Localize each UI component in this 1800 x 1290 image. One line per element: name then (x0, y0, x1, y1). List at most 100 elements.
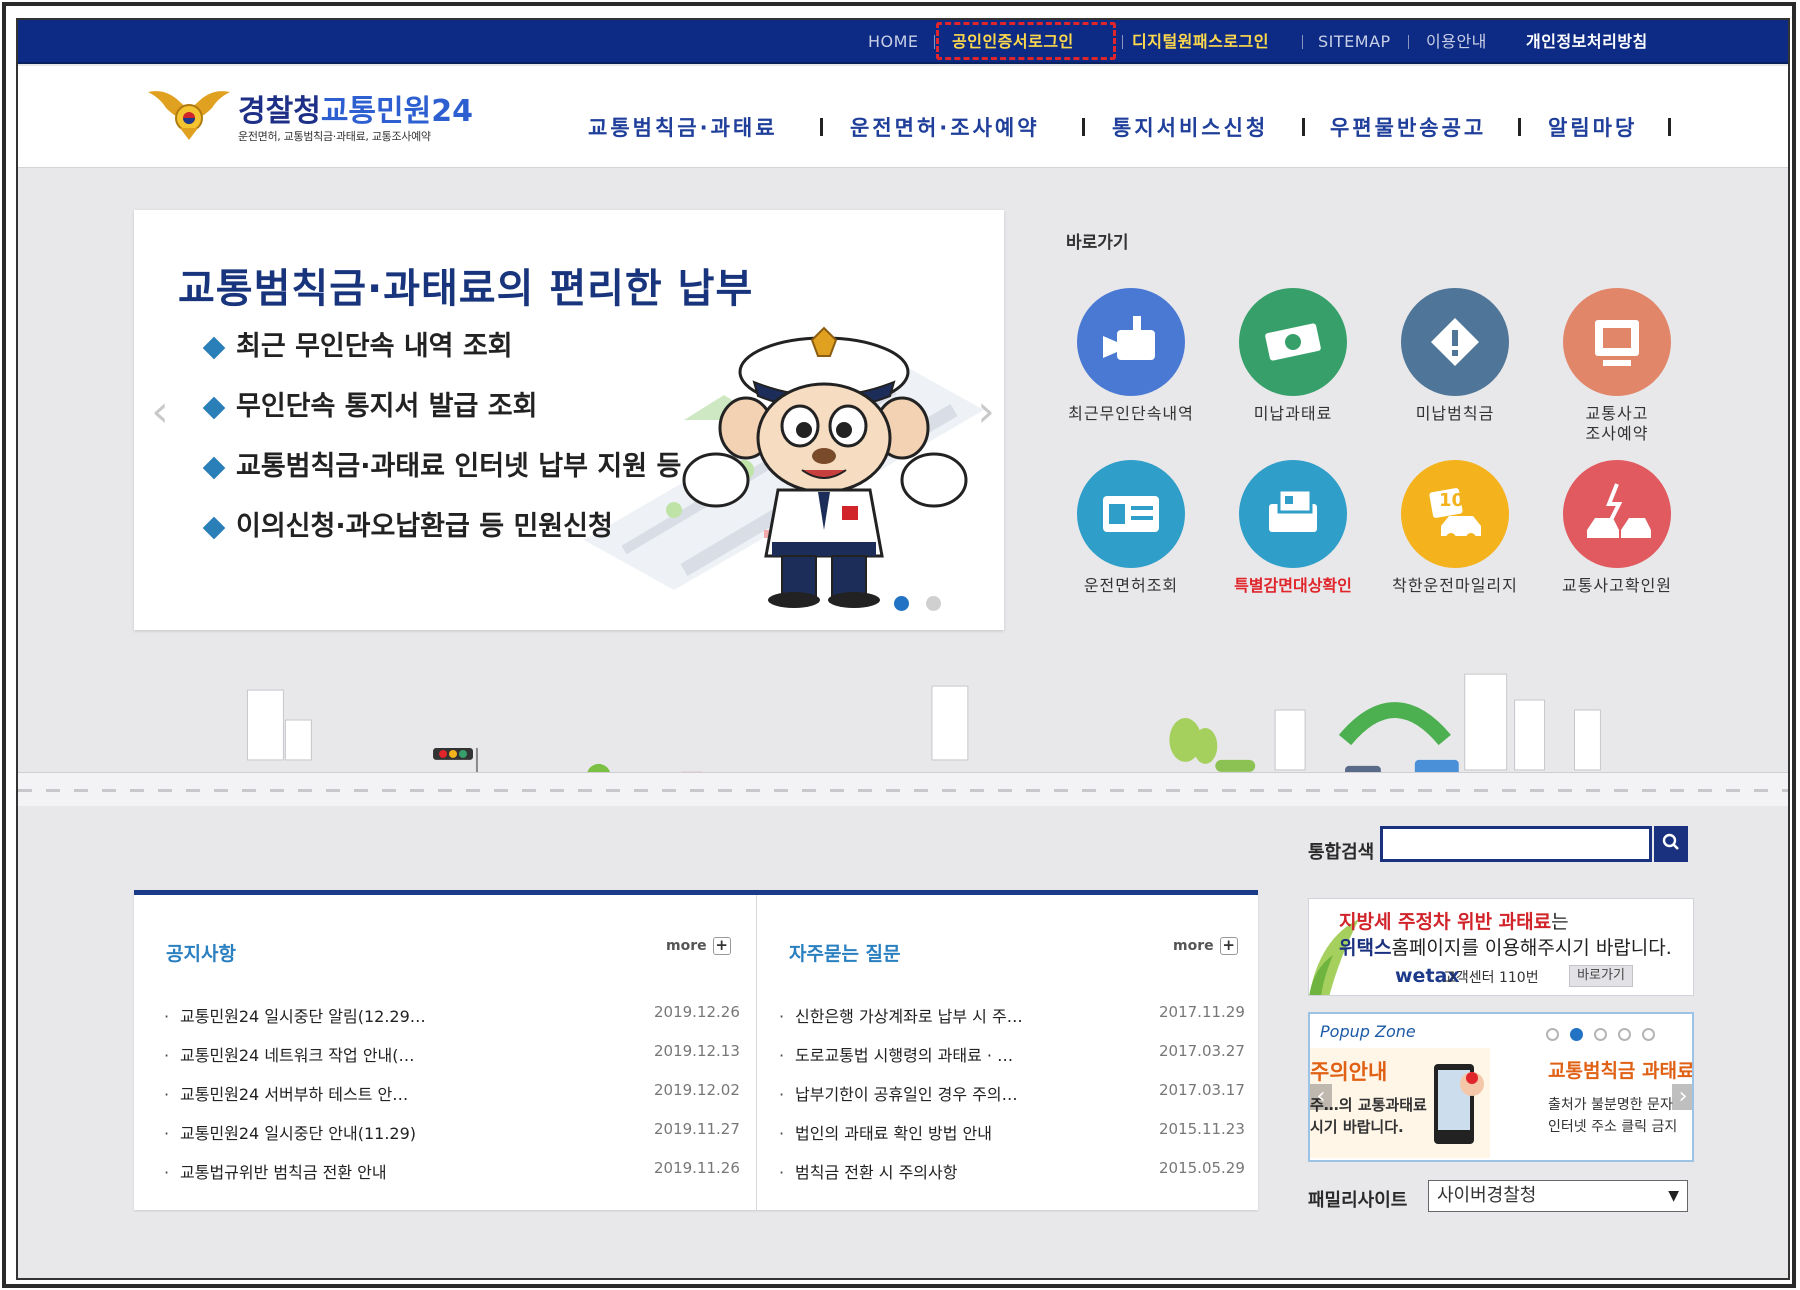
notice-row[interactable]: 교통민원24 서버부하 테스트 안… 2019.12.02 (164, 1081, 740, 1105)
hero-page-dot-1[interactable] (894, 596, 909, 611)
hero-bullet-list: 최근 무인단속 내역 조회 무인단속 통지서 발급 조회 교통범칙금·과태료 인… (202, 331, 682, 572)
nav-notification-service[interactable]: 통지서비스신청 (1112, 112, 1268, 142)
nav-separator (1082, 118, 1085, 136)
shortcut-accident-certificate[interactable]: 교통사고확인원 (1542, 460, 1692, 596)
sitemap-link[interactable]: SITEMAP (1318, 20, 1391, 64)
police-emblem-icon (148, 91, 230, 140)
faq-board: 자주묻는 질문 more + 신한은행 가상계좌로 납부 시 주… 2017.11.… (757, 895, 1258, 1210)
browser-frame: HOME 공인인증서로그인 디지털원패스로그인 SITEMAP 이용안내 개인정… (2, 2, 1796, 1288)
popup-card-line: 시기 바랍니다. (1310, 1118, 1404, 1136)
popup-card-fine-warning[interactable]: 교통범칙금 과태료 출처가 불분명한 문자 인터넷 주소 클릭 금지 (1536, 1048, 1692, 1158)
search-label: 통합검색 (1308, 842, 1375, 863)
popup-page-dot-5[interactable] (1642, 1028, 1655, 1041)
notice-row[interactable]: 교통민원24 일시중단 안내(11.29) 2019.11.27 (164, 1120, 740, 1144)
notice-title[interactable]: 공지사항 (166, 939, 236, 966)
popup-card-line: 인터넷 주소 클릭 금지 (1548, 1119, 1678, 1135)
mileage-badge: 10 (1439, 490, 1465, 511)
hero-slider: 교통범칙금·과태료의 편리한 납부 최근 무인단속 내역 조회 무인단속 통지서… (134, 210, 1004, 630)
shortcut-special-reduction[interactable]: 특별감면대상확인 (1218, 460, 1368, 596)
shortcut-label: 운전면허조회 (1083, 576, 1179, 595)
popup-page-dot-2[interactable] (1570, 1028, 1583, 1041)
privacy-policy-link[interactable]: 개인정보처리방침 (1526, 20, 1648, 64)
nav-license[interactable]: 운전면허·조사예약 (850, 112, 1040, 142)
nav-separator (1518, 118, 1521, 136)
more-text: more (1173, 938, 1214, 954)
popup-prev-arrow[interactable]: ‹ (1310, 1084, 1332, 1110)
hero-page-dot-2[interactable] (926, 596, 941, 611)
shortcut-accident-reservation[interactable]: 교통사고 조사예약 (1542, 288, 1692, 444)
diamond-bullet-icon (202, 456, 226, 480)
faq-row-date: 2017.03.27 (1159, 1042, 1245, 1060)
wetax-highlight: 지방세 주정차 위반 과태료 (1339, 911, 1552, 933)
faq-row[interactable]: 신한은행 가상계좌로 납부 시 주… 2017.11.29 (779, 1003, 1249, 1027)
family-site-select[interactable]: 사이버경찰청 ▼ (1428, 1180, 1688, 1212)
hero-headline: 교통범칙금·과태료의 편리한 납부 (178, 266, 754, 312)
popup-next-arrow[interactable]: › (1672, 1084, 1692, 1110)
hero-bullet-text: 교통범칙금·과태료 인터넷 납부 지원 등 (236, 451, 682, 482)
license-glyph (1103, 496, 1159, 532)
search-input[interactable] (1380, 826, 1652, 862)
faq-row[interactable]: 도로교통법 시행령의 과태료 · … 2017.03.27 (779, 1042, 1249, 1066)
faq-row-title: 납부기한이 공휴일인 경우 주의… (779, 1081, 1018, 1105)
faq-row-title: 도로교통법 시행령의 과태료 · … (779, 1042, 1013, 1066)
nav-returned-mail[interactable]: 우편물반송공고 (1330, 112, 1486, 142)
home-link[interactable]: HOME (868, 20, 919, 64)
family-site-label: 패밀리사이트 (1308, 1190, 1408, 1211)
usage-guide-link[interactable]: 이용안내 (1426, 20, 1487, 64)
nav-fines[interactable]: 교통범칙금·과태료 (588, 112, 778, 142)
diamond-bullet-icon (202, 336, 226, 360)
hero-bullet-text: 최근 무인단속 내역 조회 (236, 331, 513, 362)
notice-row[interactable]: 교통법규위반 범칙금 전환 안내 2019.11.26 (164, 1159, 740, 1183)
police-mascot-illustration (682, 326, 968, 608)
faq-more-button[interactable]: more + (1173, 937, 1238, 955)
popup-card-title: 주의안내 (1310, 1060, 1388, 1084)
wetax-banner[interactable]: 지방세 주정차 위반 과태료는 위택스홈페이지를 이용해주시기 바랍니다. we… (1308, 898, 1694, 996)
faq-row[interactable]: 법인의 과태료 확인 방법 안내 2015.11.23 (779, 1120, 1249, 1144)
popup-pagination (1546, 1026, 1666, 1045)
mileage-glyph (1429, 488, 1481, 543)
faq-row-date: 2015.05.29 (1159, 1159, 1245, 1177)
hero-bullet-text: 무인단속 통지서 발급 조회 (236, 391, 538, 422)
notice-row[interactable]: 교통민원24 네트워크 작업 안내(… 2019.12.13 (164, 1042, 740, 1066)
popup-page-dot-3[interactable] (1594, 1028, 1607, 1041)
shortcut-recent-enforcement[interactable]: 최근무인단속내역 (1056, 288, 1206, 424)
hero-bullet-text: 이의신청·과오납환급 등 민원신청 (236, 511, 613, 542)
shortcut-unpaid-penalty[interactable]: 미납범칙금 (1380, 288, 1530, 424)
shortcut-license-check[interactable]: 운전면허조회 (1056, 460, 1206, 596)
popup-page-dot-1[interactable] (1546, 1028, 1559, 1041)
site-logo[interactable]: 경찰청교통민원24 운전면허, 교통범칙금·과태료, 교통조사예약 (146, 82, 486, 152)
separator (1302, 35, 1303, 49)
notice-row-date: 2019.11.27 (654, 1120, 740, 1138)
nav-separator (1668, 118, 1671, 136)
notice-row-title: 교통민원24 일시중단 안내(11.29) (164, 1120, 416, 1144)
faq-row[interactable]: 납부기한이 공휴일인 경우 주의… 2017.03.17 (779, 1081, 1249, 1105)
notice-row-title: 교통민원24 서버부하 테스트 안… (164, 1081, 408, 1105)
notice-row[interactable]: 교통민원24 일시중단 알림(12.29… 2019.12.26 (164, 1003, 740, 1027)
wetax-go-button[interactable]: 바로가기 (1569, 965, 1633, 987)
hero-bullet: 이의신청·과오납환급 등 민원신청 (202, 511, 681, 572)
notice-row-date: 2019.12.26 (654, 1003, 740, 1021)
popup-page-dot-4[interactable] (1618, 1028, 1631, 1041)
site-header: 경찰청교통민원24 운전면허, 교통범칙금·과태료, 교통조사예약 교통범칙금·… (18, 66, 1788, 168)
faq-title[interactable]: 자주묻는 질문 (789, 939, 901, 966)
faq-row[interactable]: 범칙금 전환 시 주의사항 2015.05.29 (779, 1159, 1249, 1183)
hero-bullet: 무인단속 통지서 발급 조회 (202, 391, 681, 452)
shortcut-unpaid-fine[interactable]: 미납과태료 (1218, 288, 1368, 424)
camera-glyph (1103, 316, 1155, 360)
digital-pass-login-link[interactable]: 디지털원패스로그인 (1132, 20, 1269, 64)
popup-card-caution[interactable]: 주의안내 주…의 교통과태료 시기 바랍니다. (1310, 1048, 1490, 1158)
money-icon (1239, 288, 1347, 396)
shortcut-safe-driving-mileage[interactable]: 10 착한운전마일리지 (1380, 460, 1530, 596)
diamond-bullet-icon (202, 516, 226, 540)
notice-more-button[interactable]: more + (666, 937, 731, 955)
hero-prev-arrow[interactable]: ‹ (146, 390, 174, 434)
notice-row-date: 2019.12.13 (654, 1042, 740, 1060)
cert-login-link[interactable]: 공인인증서로그인 (952, 20, 1074, 64)
monitor-icon (1563, 288, 1671, 396)
nav-notice-board[interactable]: 알림마당 (1548, 112, 1637, 142)
shortcut-label: 특별감면대상확인 (1234, 576, 1352, 595)
popup-zone-title: Popup Zone (1320, 1022, 1416, 1041)
search-button[interactable] (1654, 826, 1688, 862)
shortcut-label: 교통사고확인원 (1561, 576, 1673, 595)
notice-row-title: 교통민원24 네트워크 작업 안내(… (164, 1042, 415, 1066)
